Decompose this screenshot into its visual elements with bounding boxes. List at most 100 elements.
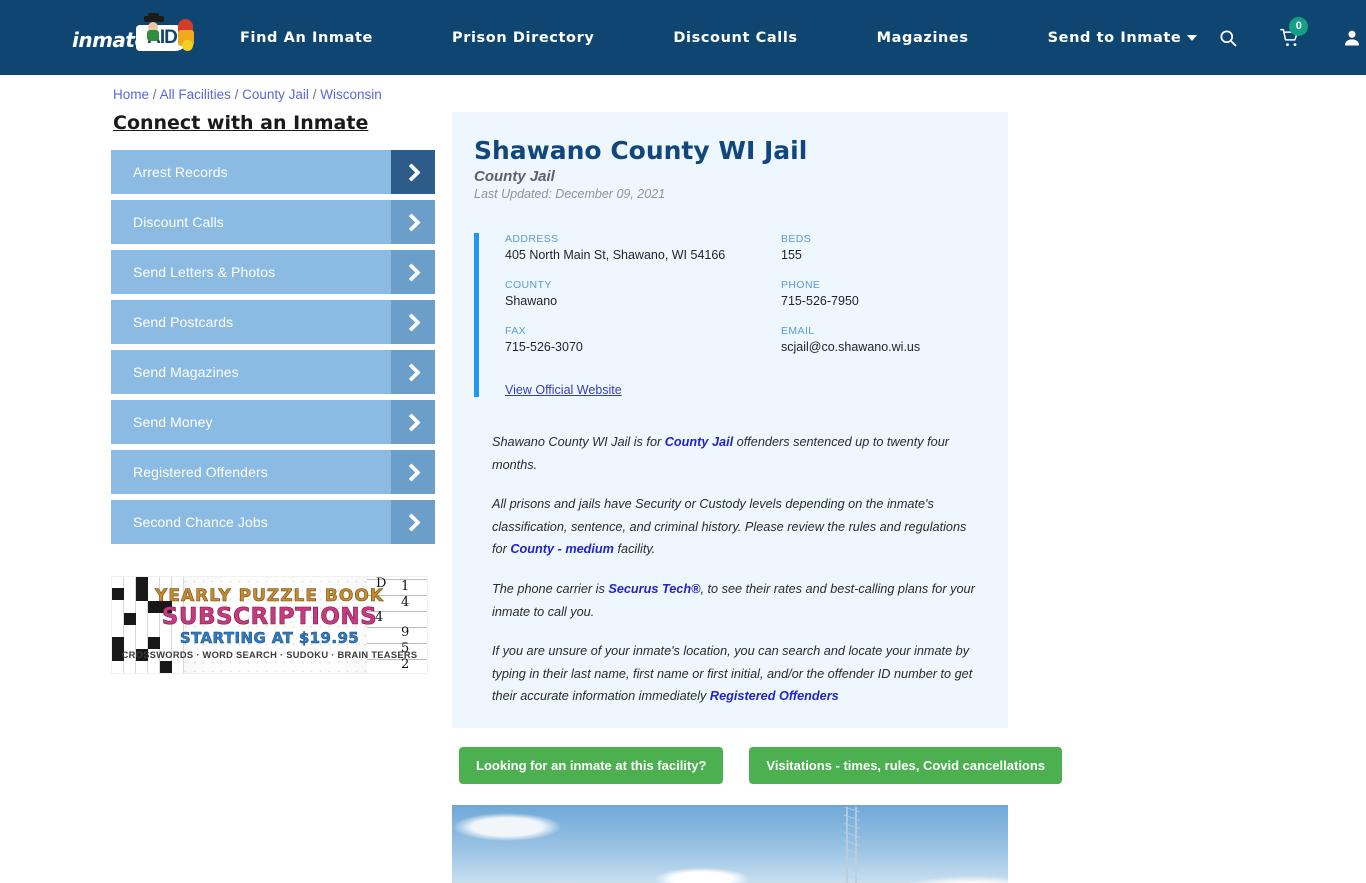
description-paragraph: All prisons and jails have Security or C… [492,493,984,561]
description-paragraph: The phone carrier is Securus Tech®, to s… [492,578,984,623]
ad-categories: CROSSWORDS · WORD SEARCH · SUDOKU · BRAI… [121,650,418,660]
logo-mascot-icon [142,12,194,51]
sidebar-title: Connect with an Inmate [113,112,369,134]
field-county: COUNTY Shawano [505,279,781,308]
breadcrumb-separator: / [152,87,157,102]
breadcrumb-separator: / [312,87,317,102]
main-column: Shawano County WI Jail County Jail Last … [452,112,1063,883]
sidebar-item-label: Send Postcards [133,314,234,330]
field-phone: PHONE 715-526-7950 [781,279,986,308]
nav-item-prison-directory[interactable]: Prison Directory [452,30,594,46]
view-official-website-link[interactable]: View Official Website [505,383,986,397]
chevron-right-icon [391,500,435,544]
field-label: FAX [505,325,527,337]
facility-photo [452,805,1008,883]
breadcrumb-item-wisconsin[interactable]: Wisconsin [320,87,382,102]
sidebar-item-label: Arrest Records [133,164,228,180]
breadcrumb-separator: / [234,87,239,102]
sidebar-item-second-chance-jobs[interactable]: Second Chance Jobs [111,500,435,544]
field-value: 715-526-7950 [781,294,859,308]
sidebar-item-send-postcards[interactable]: Send Postcards [111,300,435,344]
search-icon[interactable] [1197,28,1259,48]
visitations-button[interactable]: Visitations - times, rules, Covid cancel… [749,747,1063,785]
chevron-right-icon [391,150,435,194]
ad-headline: YEARLY PUZZLE BOOK [155,586,384,607]
breadcrumb: Home / All Facilities / County Jail / Wi… [0,75,1366,102]
content-area: Connect with an Inmate Arrest Records Di… [0,112,1366,883]
inline-link[interactable]: Registered Offenders [710,689,839,703]
sidebar-item-label: Registered Offenders [133,464,268,480]
puzzle-book-ad-banner[interactable]: D 1 4 4 9 5 2 YEARLY PUZZLE BOOK SUBSCRI… [111,576,428,674]
inline-text: The phone carrier is [492,582,609,597]
nav-item-discount-calls[interactable]: Discount Calls [673,30,797,46]
field-value: 405 North Main St, Shawano, WI 54166 [505,248,726,262]
sidebar-item-label: Send Money [133,414,213,430]
action-button-row: Looking for an inmate at this facility? … [452,747,1063,785]
inline-link[interactable]: County - medium [510,542,614,556]
nav-item-magazines[interactable]: Magazines [877,30,969,46]
field-value: 715-526-3070 [505,340,583,354]
chevron-right-icon [391,350,435,394]
inline-text: Shawano County WI Jail is for [492,435,665,449]
chevron-right-icon [391,200,435,244]
ad-subheadline: SUBSCRIPTIONS [161,604,378,631]
chevron-right-icon [391,300,435,344]
breadcrumb-item-all-facilities[interactable]: All Facilities [160,87,231,102]
inline-link[interactable]: County Jail [665,435,733,449]
inline-link[interactable]: Securus Tech® [608,582,700,596]
inline-text: facility. [613,542,656,557]
chevron-down-icon [1187,34,1198,41]
sidebar-item-discount-calls[interactable]: Discount Calls [111,200,435,244]
chevron-right-icon [391,400,435,444]
field-value: Shawano [505,294,558,308]
sidebar-item-send-magazines[interactable]: Send Magazines [111,350,435,394]
ad-price: STARTING AT $19.95 [179,629,360,648]
cart-count-badge: 0 [1289,16,1309,36]
nav-icon-group: 0 [1197,16,1366,48]
sidebar-item-send-letters-photos[interactable]: Send Letters & Photos [111,250,435,294]
field-address: ADDRESS 405 North Main St, Shawano, WI 5… [505,233,781,262]
main-nav-links: Find An Inmate Prison Directory Discount… [240,30,1198,46]
field-beds: BEDS 155 [781,233,986,262]
facility-fields-grid: ADDRESS 405 North Main St, Shawano, WI 5… [479,233,986,397]
last-updated-text: Last Updated: December 09, 2021 [474,187,666,201]
sidebar-item-label: Second Chance Jobs [133,514,268,530]
chevron-right-icon [391,250,435,294]
field-value: scjail@co.shawano.wi.us [781,340,921,354]
page-title: Shawano County WI Jail [474,136,808,165]
field-fax: FAX 715-526-3070 [505,325,781,354]
radio-tower-graphic [844,807,860,883]
field-label: BEDS [781,233,812,245]
field-label: EMAIL [781,325,815,337]
top-navigation-bar: inmate AID Find An Inmate Prison Directo… [0,0,1366,75]
sidebar-item-registered-offenders[interactable]: Registered Offenders [111,450,435,494]
sidebar-item-label: Discount Calls [133,214,224,230]
nav-item-send-to-inmate[interactable]: Send to Inmate [1048,30,1198,46]
chevron-right-icon [391,450,435,494]
field-value: 155 [781,248,802,262]
looking-for-inmate-button[interactable]: Looking for an inmate at this facility? [459,747,724,785]
sidebar-item-label: Send Magazines [133,364,239,380]
facility-description: Shawano County WI Jail is for County Jai… [474,431,986,708]
sidebar-item-send-money[interactable]: Send Money [111,400,435,444]
field-email: EMAIL scjail@co.shawano.wi.us [781,325,986,354]
description-paragraph: Shawano County WI Jail is for County Jai… [492,431,984,476]
description-paragraph: If you are unsure of your inmate's locat… [492,640,984,708]
user-icon[interactable] [1321,28,1366,48]
field-label: COUNTY [505,279,552,291]
nav-item-find-an-inmate[interactable]: Find An Inmate [240,30,373,46]
site-logo[interactable]: inmate AID [70,12,194,62]
facility-info-block: ADDRESS 405 North Main St, Shawano, WI 5… [474,233,986,397]
field-label: ADDRESS [505,233,559,245]
breadcrumb-item-county-jail[interactable]: County Jail [242,87,309,102]
sidebar-item-label: Send Letters & Photos [133,264,276,280]
cart-icon[interactable]: 0 [1259,16,1321,48]
sidebar-item-arrest-records[interactable]: Arrest Records [111,150,435,194]
nav-item-send-to-inmate-label: Send to Inmate [1047,29,1182,46]
page-body: Home / All Facilities / County Jail / Wi… [0,75,1366,883]
facility-card: Shawano County WI Jail County Jail Last … [452,112,1008,729]
breadcrumb-item-home[interactable]: Home [113,87,149,102]
facility-type: County Jail [474,168,555,185]
field-label: PHONE [781,279,821,291]
sidebar: Connect with an Inmate Arrest Records Di… [111,112,435,883]
